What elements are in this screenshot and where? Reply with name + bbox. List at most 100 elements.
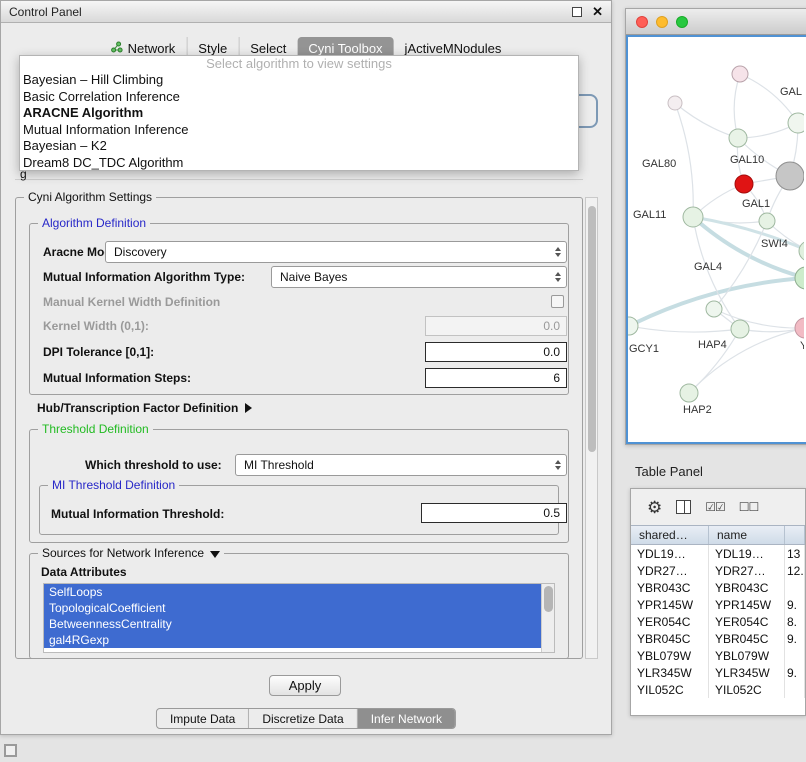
column-header-shared[interactable]: shared…: [631, 526, 709, 544]
sources-group-toggle[interactable]: Sources for Network Inference: [38, 546, 224, 560]
table-panel-window: ⚙ ☑☑ ☐☐ shared… name YDL19… YDL19… 13 YD…: [630, 488, 806, 716]
hub-section-label: Hub/Transcription Factor Definition: [37, 401, 238, 415]
close-icon[interactable]: ✕: [592, 7, 603, 17]
table-row[interactable]: YIL052C YIL052C: [631, 681, 805, 698]
gear-icon[interactable]: ⚙: [647, 499, 662, 516]
tab-infer-network[interactable]: Infer Network: [357, 709, 455, 728]
algorithm-definition-label: Algorithm Definition: [38, 216, 150, 230]
list-scrollbar-thumb[interactable]: [544, 586, 553, 612]
mi-threshold-group-label: MI Threshold Definition: [48, 478, 179, 492]
network-node[interactable]: [683, 207, 703, 227]
which-threshold-label: Which threshold to use:: [85, 458, 222, 472]
control-panel-titlebar[interactable]: Control Panel ✕: [1, 1, 611, 23]
network-node[interactable]: [732, 66, 748, 82]
network-node[interactable]: [795, 318, 804, 338]
network-node[interactable]: [776, 162, 804, 190]
hidden-panel-icon[interactable]: [4, 744, 17, 757]
network-node[interactable]: [731, 320, 749, 338]
algorithm-placeholder-option[interactable]: Select algorithm to view settings: [20, 56, 578, 72]
network-view-window: GALGAL80GAL10GAL11GAL1SWI4GAL4GCY1HAP4HA…: [625, 8, 806, 445]
bottom-tabs: Impute Data Discretize Data Infer Networ…: [156, 708, 456, 729]
network-node-label: GAL1: [742, 198, 770, 210]
settings-scrollbar[interactable]: [585, 197, 598, 659]
apply-button[interactable]: Apply: [269, 675, 341, 696]
network-node[interactable]: [706, 301, 722, 317]
dpi-tolerance-label: DPI Tolerance [0,1]:: [43, 345, 154, 359]
table-row[interactable]: YBR045C YBR045C 9.: [631, 630, 805, 647]
algorithm-option[interactable]: Bayesian – K2: [20, 138, 578, 155]
data-attributes-label: Data Attributes: [41, 565, 127, 579]
network-window-titlebar[interactable]: [626, 9, 806, 35]
which-threshold-combo[interactable]: MI Threshold: [235, 454, 567, 476]
network-node-label: GCY1: [629, 343, 659, 355]
network-node[interactable]: [668, 96, 682, 110]
mi-steps-label: Mutual Information Steps:: [43, 371, 191, 385]
mi-steps-field[interactable]: 6: [425, 368, 567, 388]
attribute-item[interactable]: TopologicalCoefficient: [44, 600, 554, 616]
algorithm-dropdown-popup: Select algorithm to view settings Bayesi…: [19, 55, 579, 171]
network-node-label: GAL10: [730, 154, 764, 166]
combo-arrows-icon: [555, 272, 561, 282]
hub-section-toggle[interactable]: Hub/Transcription Factor Definition: [37, 401, 252, 415]
minimize-button[interactable]: [656, 16, 668, 28]
algorithm-option[interactable]: Basic Correlation Inference: [20, 89, 578, 106]
combo-arrows-icon: [555, 247, 561, 257]
threshold-definition-label: Threshold Definition: [38, 422, 153, 436]
network-edge: [714, 309, 804, 328]
network-node-label: Y: [800, 340, 804, 352]
control-panel-window: Control Panel ✕ Network Style Select Cyn…: [0, 0, 612, 735]
deselect-all-icon[interactable]: ☐☐: [739, 500, 759, 514]
network-node-label: HAP4: [698, 339, 727, 351]
zoom-button[interactable]: [676, 16, 688, 28]
network-node[interactable]: [729, 129, 747, 147]
divider: [15, 179, 583, 180]
network-node[interactable]: [735, 175, 753, 193]
tab-impute-data[interactable]: Impute Data: [157, 709, 248, 728]
network-node[interactable]: [680, 384, 698, 402]
algorithm-option[interactable]: Mutual Information Inference: [20, 122, 578, 139]
table-row[interactable]: YPR145W YPR145W 9.: [631, 596, 805, 613]
select-all-icon[interactable]: ☑☑: [705, 500, 725, 514]
network-node-label: GAL11: [633, 209, 666, 221]
table-row[interactable]: YDL19… YDL19… 13: [631, 545, 805, 562]
column-header-name[interactable]: name: [709, 526, 785, 544]
cyni-settings-group-label: Cyni Algorithm Settings: [24, 190, 156, 204]
settings-scrollbar-thumb[interactable]: [588, 206, 596, 452]
attribute-item[interactable]: SelfLoops: [44, 584, 554, 600]
network-edge: [629, 326, 740, 332]
network-edge: [734, 74, 740, 138]
network-node[interactable]: [628, 317, 638, 335]
network-node-label: GAL80: [642, 158, 676, 170]
collapse-down-icon: [210, 551, 220, 558]
table-row[interactable]: YLR345W YLR345W 9.: [631, 664, 805, 681]
float-window-icon[interactable]: [572, 7, 582, 17]
dpi-tolerance-field[interactable]: 0.0: [425, 342, 567, 362]
manual-kernel-checkbox[interactable]: [551, 295, 564, 308]
attribute-item[interactable]: BetweennessCentrality: [44, 616, 554, 632]
network-node[interactable]: [759, 213, 775, 229]
table-row[interactable]: YDR27… YDR27… 12.: [631, 562, 805, 579]
algorithm-options-list: Bayesian – Hill Climbing Basic Correlati…: [20, 72, 578, 171]
table-row[interactable]: YBR043C YBR043C: [631, 579, 805, 596]
columns-icon[interactable]: [676, 500, 691, 514]
algorithm-option[interactable]: Dream8 DC_TDC Algorithm: [20, 155, 578, 172]
algorithm-option[interactable]: ARACNE Algorithm: [20, 105, 578, 122]
combo-arrows-icon: [555, 460, 561, 470]
network-node[interactable]: [795, 267, 804, 289]
mi-type-combo[interactable]: Naive Bayes: [271, 266, 567, 288]
close-button[interactable]: [636, 16, 648, 28]
network-node[interactable]: [788, 113, 804, 133]
attribute-item[interactable]: gal4RGexp: [44, 632, 554, 648]
aracne-mode-combo[interactable]: Discovery: [105, 241, 567, 263]
network-canvas[interactable]: GALGAL80GAL10GAL11GAL1SWI4GAL4GCY1HAP4HA…: [626, 35, 806, 444]
network-node[interactable]: [799, 241, 804, 261]
list-scrollbar[interactable]: [541, 584, 554, 652]
table-row[interactable]: YBL079W YBL079W: [631, 647, 805, 664]
column-header-extra[interactable]: [785, 526, 805, 544]
data-attributes-list[interactable]: SelfLoops TopologicalCoefficient Between…: [43, 583, 555, 653]
table-row[interactable]: YER054C YER054C 8.: [631, 613, 805, 630]
algorithm-option[interactable]: Bayesian – Hill Climbing: [20, 72, 578, 89]
tab-discretize-data[interactable]: Discretize Data: [248, 709, 356, 728]
mi-threshold-field[interactable]: 0.5: [421, 503, 567, 523]
mi-threshold-label: Mutual Information Threshold:: [51, 507, 224, 521]
